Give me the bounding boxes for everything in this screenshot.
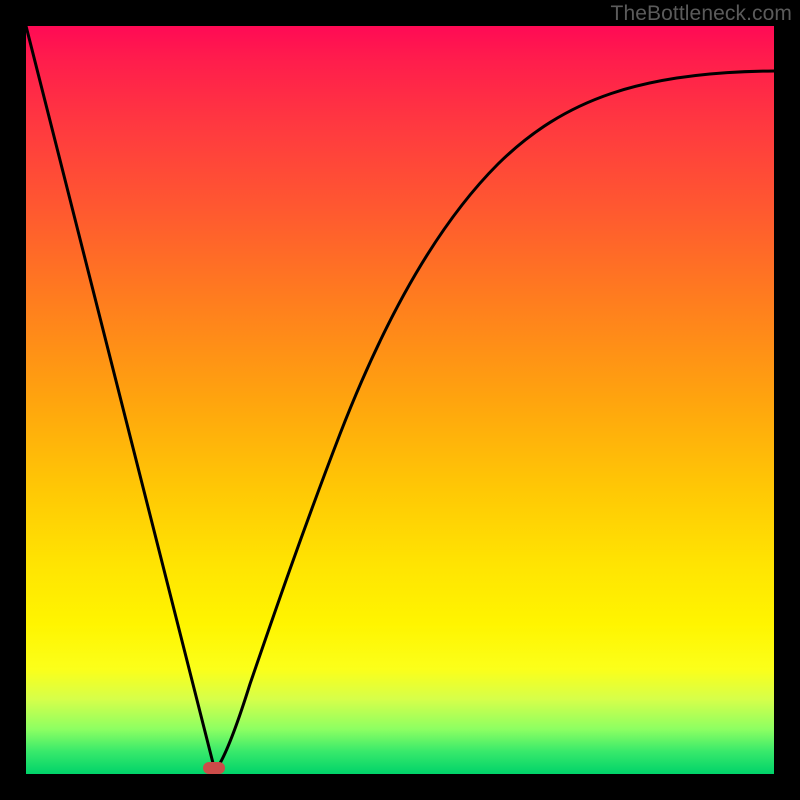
watermark-text: TheBottleneck.com bbox=[611, 2, 792, 26]
curve-left-branch bbox=[26, 26, 215, 771]
plot-area bbox=[26, 26, 774, 774]
chart-frame: TheBottleneck.com bbox=[0, 0, 800, 800]
optimal-point-marker bbox=[203, 762, 225, 774]
curve-svg bbox=[26, 26, 774, 774]
curve-right-branch bbox=[215, 71, 774, 771]
